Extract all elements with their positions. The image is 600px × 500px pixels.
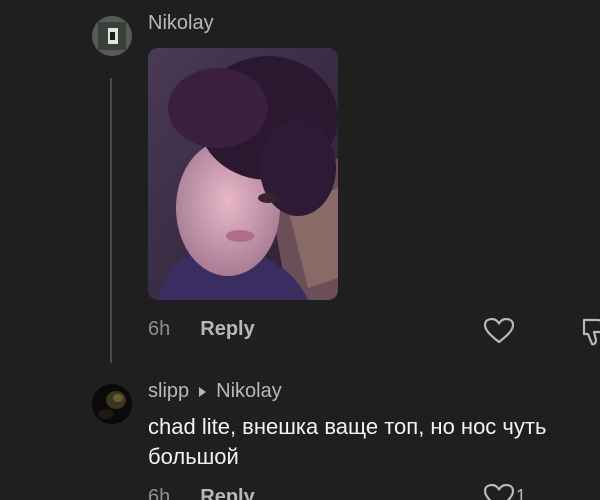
reply-button[interactable]: Reply	[200, 486, 254, 500]
comment-time: 6h	[148, 318, 171, 340]
comment-actions: 6h Reply	[148, 486, 255, 500]
reply-header: slipp Nikolay	[148, 380, 282, 403]
thumbs-down-icon[interactable]	[582, 318, 600, 353]
comments-thread: Nikolay 6h Reply slipp Nikolay chad lite…	[0, 0, 600, 500]
comment-username[interactable]: slipp	[148, 380, 189, 403]
reply-button[interactable]: Reply	[200, 318, 254, 341]
comment-photo[interactable]	[148, 48, 338, 300]
avatar[interactable]	[92, 384, 132, 424]
heart-icon[interactable]	[483, 317, 515, 349]
comment-username[interactable]: Nikolay	[148, 12, 214, 35]
thread-connector-line	[110, 78, 112, 363]
replied-to-username[interactable]: Nikolay	[216, 380, 282, 403]
avatar[interactable]	[92, 16, 132, 56]
comment-time: 6h	[148, 486, 171, 500]
like-count: 1	[516, 486, 527, 500]
comment-actions: 6h Reply	[148, 318, 255, 341]
heart-icon[interactable]	[483, 483, 515, 500]
comment-text: chad lite, внешка ваще топ, но нос чуть …	[148, 414, 547, 469]
caret-right-icon	[199, 386, 207, 397]
